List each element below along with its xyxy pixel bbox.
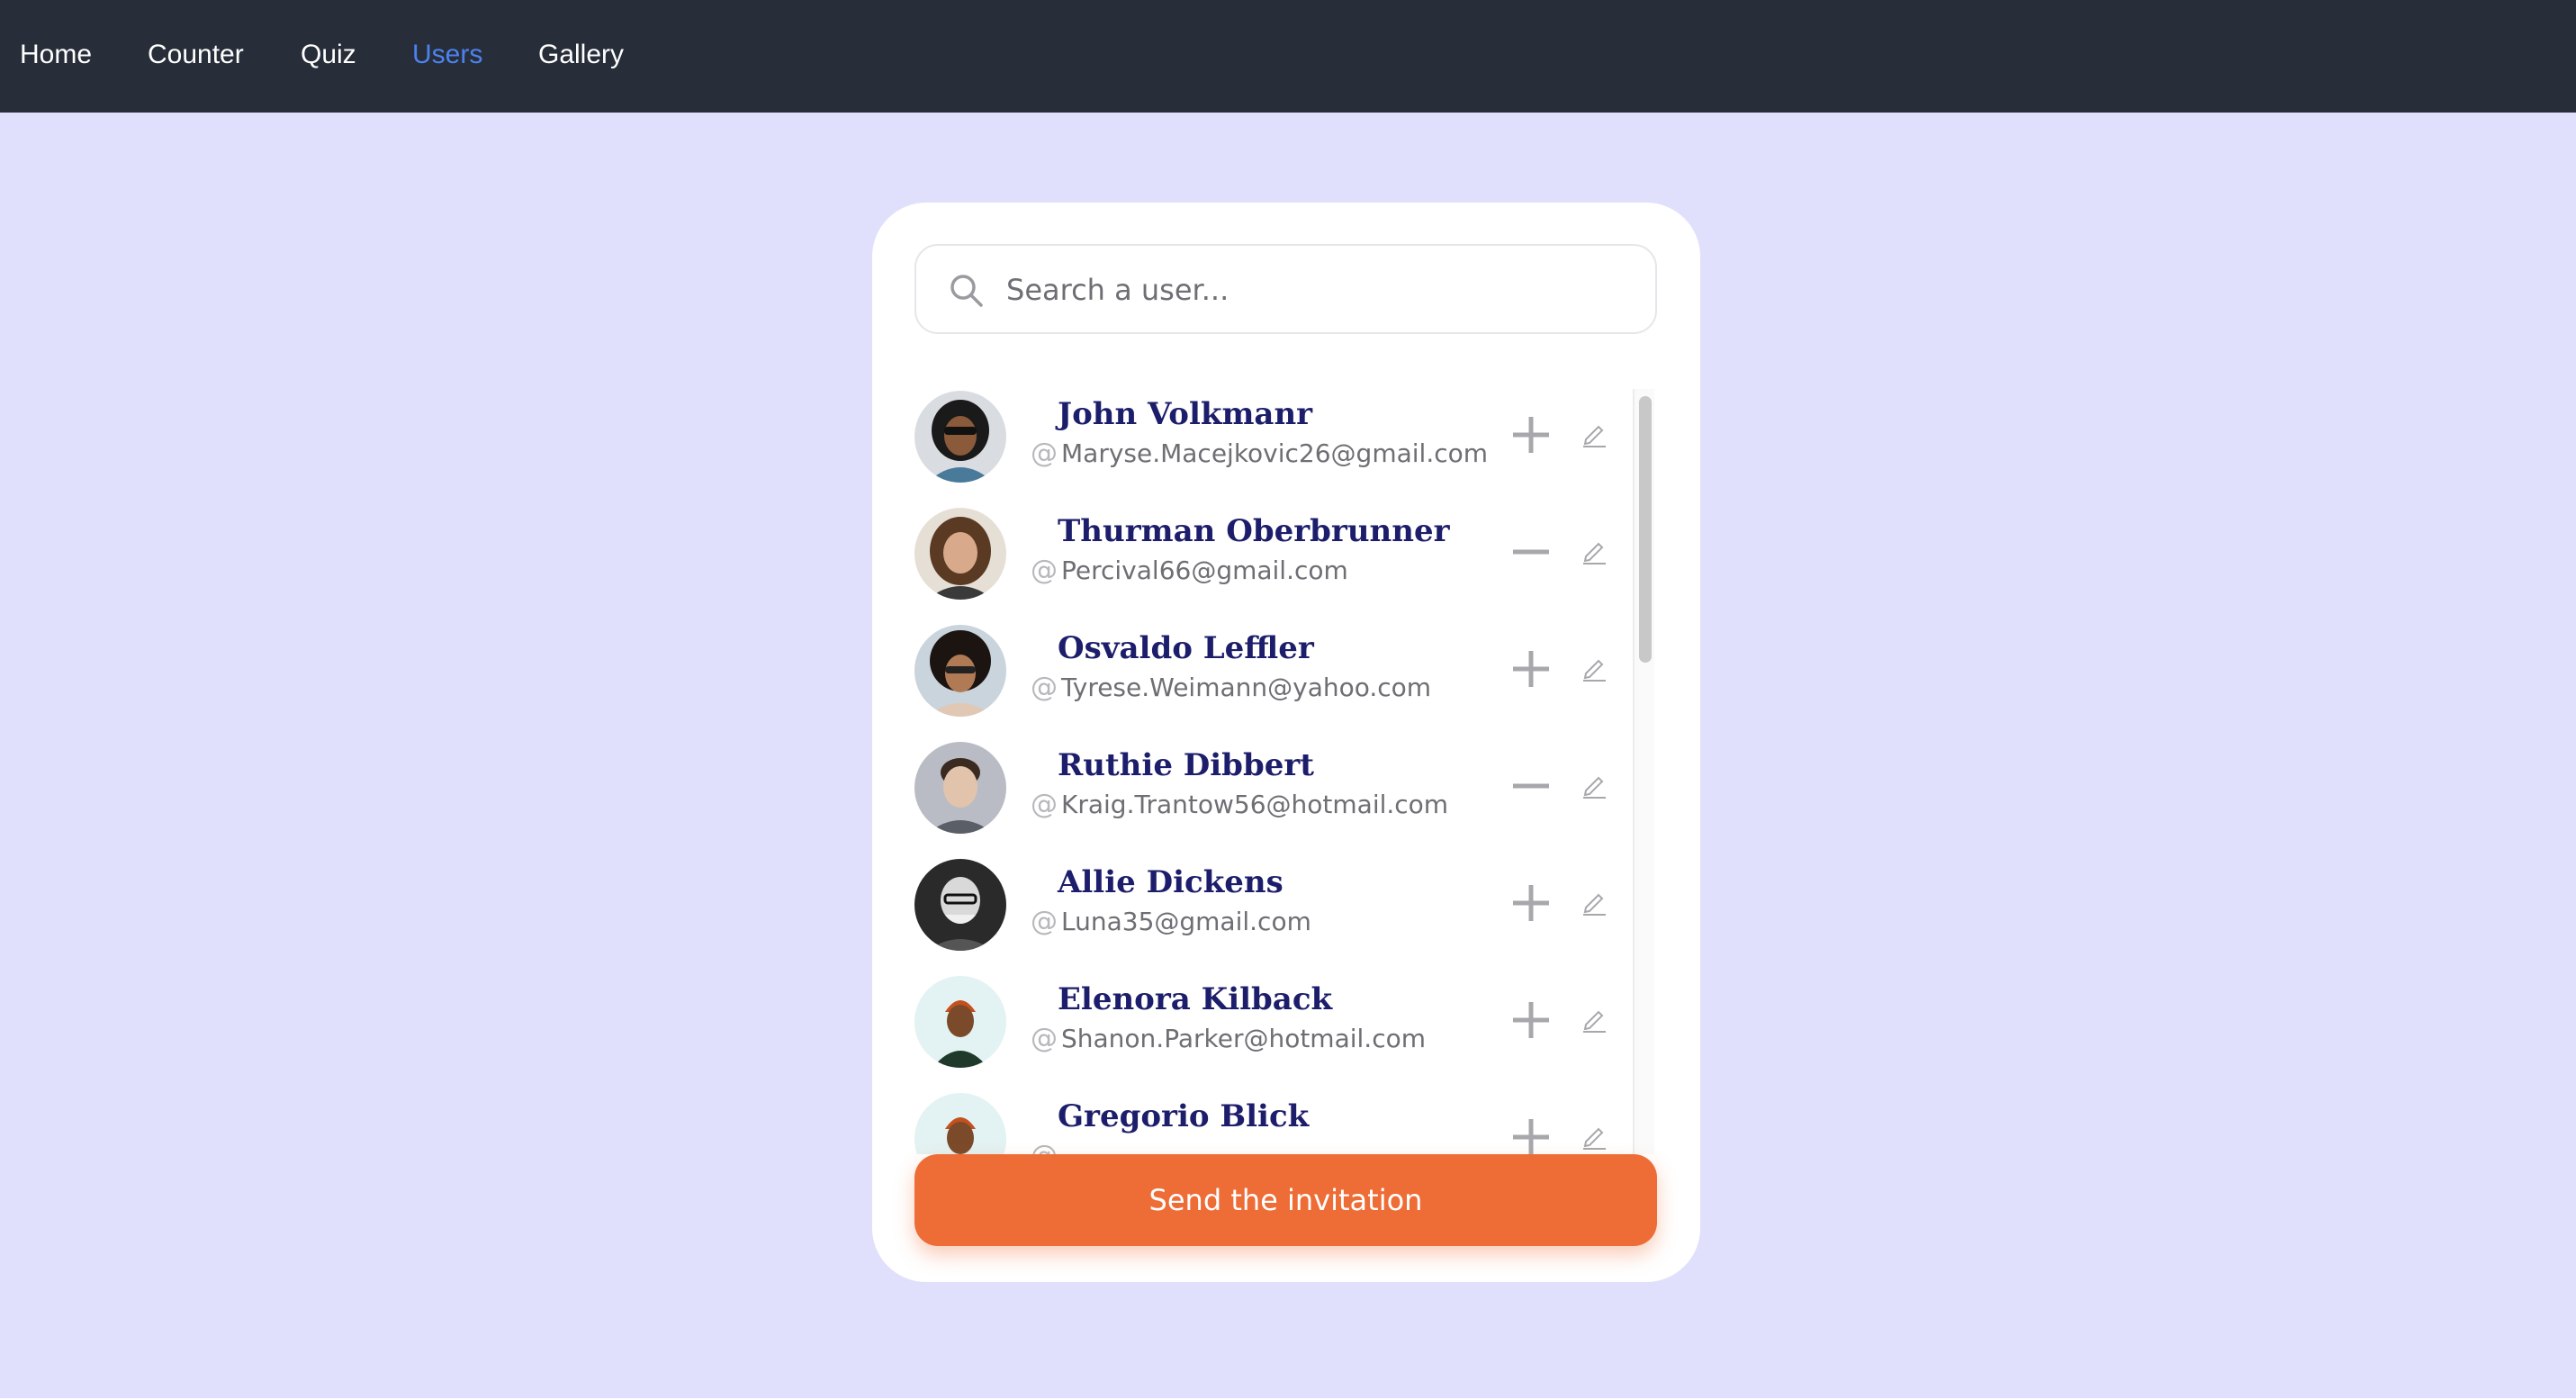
user-name: Thurman Oberbrunner [1058,513,1450,549]
user-name: Osvaldo Leffler [1058,630,1314,666]
user-email: @ Kraig.Trantow56@hotmail.com [1031,789,1448,820]
avatar [914,1093,1006,1154]
add-user-icon[interactable] [1509,1115,1554,1154]
at-icon: @ [1031,789,1058,820]
remove-user-icon[interactable] [1509,529,1554,574]
user-name: John Volkmanr [1058,396,1313,432]
search-box [914,244,1657,334]
user-name: Gregorio Blick [1058,1098,1310,1134]
list-item: Thurman Oberbrunner @ Percival66@gmail.co… [914,504,1635,603]
remove-user-icon[interactable] [1509,763,1554,808]
user-email: @ Percival66@gmail.com [1031,555,1348,586]
search-icon [950,275,983,307]
at-icon: @ [1031,906,1058,937]
top-nav: Home Counter Quiz Users Gallery [0,0,2576,113]
avatar [914,859,1006,951]
edit-pencil-icon[interactable] [1581,1124,1608,1151]
add-user-icon[interactable] [1509,881,1554,926]
nav-counter-link[interactable]: Counter [148,37,244,73]
at-icon: @ [1031,672,1058,703]
user-email: @ Tyrese.Weimann@yahoo.com [1031,672,1431,703]
add-user-icon[interactable] [1509,412,1554,457]
user-email-text: Luna35@gmail.com [1061,907,1311,936]
at-icon: @ [1031,438,1058,469]
user-email: @ [1031,1140,1061,1154]
edit-pencil-icon[interactable] [1581,890,1608,917]
search-input[interactable] [1006,266,1627,314]
edit-pencil-icon[interactable] [1581,772,1608,799]
avatar [914,625,1006,717]
user-name: Elenora Kilback [1058,981,1333,1017]
avatar [914,508,1006,600]
nav-users-link[interactable]: Users [412,37,482,73]
user-email: @ Luna35@gmail.com [1031,906,1311,937]
list-item: Ruthie Dibbert @ Kraig.Trantow56@hotmail.… [914,738,1635,837]
list-item: John Volkmanr @ Maryse.Macejkovic26@gmail… [914,387,1635,486]
avatar [914,976,1006,1068]
scrollbar-thumb[interactable] [1639,396,1652,663]
user-email: @ Maryse.Macejkovic26@gmail.com [1031,438,1488,469]
edit-pencil-icon[interactable] [1581,1007,1608,1034]
user-email: @ Shanon.Parker@hotmail.com [1031,1023,1426,1054]
add-user-icon[interactable] [1509,998,1554,1043]
edit-pencil-icon[interactable] [1581,421,1608,448]
nav-gallery-link[interactable]: Gallery [538,37,624,73]
nav-quiz-link[interactable]: Quiz [301,37,356,73]
list-item: Allie Dickens @ Luna35@gmail.com [914,855,1635,954]
user-email-text: Tyrese.Weimann@yahoo.com [1061,673,1432,702]
user-email-text: Kraig.Trantow56@hotmail.com [1061,790,1449,819]
edit-pencil-icon[interactable] [1581,538,1608,565]
add-user-icon[interactable] [1509,646,1554,691]
at-icon: @ [1031,1140,1061,1154]
user-name: Allie Dickens [1058,864,1283,900]
list-item: Gregorio Blick @ [914,1089,1635,1154]
user-list: John Volkmanr @ Maryse.Macejkovic26@gmail… [914,387,1662,1154]
list-item: Osvaldo Leffler @ Tyrese.Weimann@yahoo.co… [914,621,1635,720]
user-email-text: Percival66@gmail.com [1061,555,1348,585]
user-email-text: Maryse.Macejkovic26@gmail.com [1061,438,1489,468]
avatar [914,391,1006,483]
avatar [914,742,1006,834]
nav-home-link[interactable]: Home [20,37,92,73]
at-icon: @ [1031,1023,1058,1054]
user-email-text: Shanon.Parker@hotmail.com [1061,1024,1427,1053]
user-name: Ruthie Dibbert [1058,747,1314,783]
send-invitation-button[interactable]: Send the invitation [914,1154,1657,1246]
at-icon: @ [1031,555,1058,586]
list-item: Elenora Kilback @ Shanon.Parker@hotmail.c… [914,972,1635,1071]
edit-pencil-icon[interactable] [1581,655,1608,682]
